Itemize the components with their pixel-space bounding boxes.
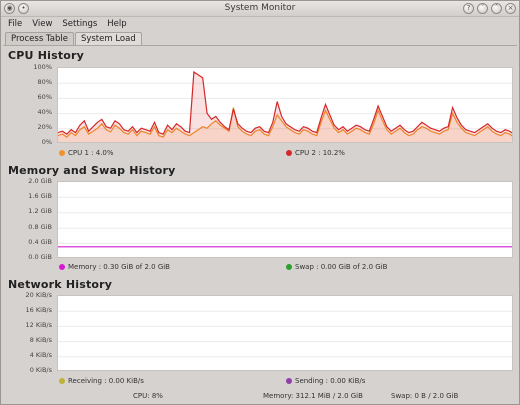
menu-view[interactable]: View	[32, 17, 52, 31]
memory-y-tick-label: 1.2 GiB	[28, 207, 52, 216]
menu-settings[interactable]: Settings	[62, 17, 97, 31]
network-y-tick-label: 12 KiB/s	[25, 321, 52, 329]
network-history-chart	[57, 295, 513, 371]
help-icon[interactable]: ?	[463, 3, 474, 14]
cpu-y-tick-label: 100%	[33, 63, 52, 71]
cpu-y-tick-label: 0%	[41, 138, 52, 146]
swap-legend-label: Swap : 0.00 GiB of 2.0 GiB	[295, 263, 388, 271]
status-swap: Swap: 0 B / 2.0 GiB	[391, 392, 459, 400]
network-y-tick-label: 0 KiB/s	[29, 366, 52, 374]
network-y-tick-label: 20 KiB/s	[25, 291, 52, 299]
system-monitor-window: ◉ • System Monitor ? ˇ ˆ × File View Set…	[0, 0, 520, 405]
memory-legend-label: Memory : 0.30 GiB of 2.0 GiB	[68, 263, 170, 271]
receiving-legend: Receiving : 0.00 KiB/s	[59, 377, 144, 385]
network-y-tick-label: 8 KiB/s	[29, 336, 52, 344]
cpu-y-tick-label: 80%	[37, 78, 52, 86]
cpu-y-tick-label: 40%	[37, 108, 52, 116]
memory-history-chart	[57, 181, 513, 258]
cpu2-legend: CPU 2 : 10.2%	[286, 149, 345, 157]
memory-y-tick-label: 1.6 GiB	[28, 192, 52, 201]
cpu-y-tick-label: 20%	[37, 123, 52, 131]
network-y-tick-label: 4 KiB/s	[29, 351, 52, 359]
minimize-icon[interactable]: ˇ	[477, 3, 488, 14]
status-cpu: CPU: 8%	[133, 392, 163, 400]
cpu2-legend-label: CPU 2 : 10.2%	[295, 149, 345, 157]
swap-legend: Swap : 0.00 GiB of 2.0 GiB	[286, 263, 387, 271]
cpu2-legend-dot	[286, 150, 292, 156]
maximize-icon[interactable]: ˆ	[491, 3, 502, 14]
menu-help[interactable]: Help	[107, 17, 126, 31]
sending-legend: Sending : 0.00 KiB/s	[286, 377, 365, 385]
sending-legend-dot	[286, 378, 292, 384]
cpu1-legend-label: CPU 1 : 4.0%	[68, 149, 114, 157]
window-title: System Monitor	[224, 3, 296, 13]
tab-system-load[interactable]: System Load	[74, 32, 142, 45]
sending-legend-label: Sending : 0.00 KiB/s	[295, 377, 366, 385]
cpu1-legend-dot	[59, 150, 65, 156]
cpu-history-title: CPU History	[8, 49, 85, 62]
memory-y-tick-label: 0.0 GiB	[28, 253, 52, 261]
cpu2-series-area	[58, 72, 512, 142]
memory-legend-dot	[59, 264, 65, 270]
receiving-legend-dot	[59, 378, 65, 384]
status-memory: Memory: 312.1 MiB / 2.0 GiB	[263, 392, 363, 400]
receiving-legend-label: Receiving : 0.00 KiB/s	[68, 377, 144, 385]
title-bar[interactable]: ◉ • System Monitor ? ˇ ˆ ×	[1, 1, 519, 17]
memory-y-tick-label: 0.8 GiB	[28, 222, 52, 231]
cpu-y-tick-label: 60%	[37, 93, 52, 101]
tab-bar: Process Table System Load	[5, 32, 143, 45]
menu-bar: File View Settings Help	[1, 17, 519, 31]
cpu1-legend: CPU 1 : 4.0%	[59, 149, 114, 157]
close-icon[interactable]: ×	[505, 3, 516, 14]
status-bar: CPU: 8% Memory: 312.1 MiB / 2.0 GiB Swap…	[1, 389, 519, 404]
network-y-tick-label: 16 KiB/s	[25, 306, 52, 314]
tab-process-table[interactable]: Process Table	[5, 32, 74, 45]
titlebar-right-controls: ? ˇ ˆ ×	[463, 3, 516, 14]
memory-legend: Memory : 0.30 GiB of 2.0 GiB	[59, 263, 170, 271]
memory-y-tick-label: 0.4 GiB	[28, 237, 52, 246]
swap-legend-dot	[286, 264, 292, 270]
menu-file[interactable]: File	[8, 17, 22, 31]
cpu-history-chart	[57, 67, 513, 143]
network-history-title: Network History	[8, 278, 113, 291]
memory-y-tick-label: 2.0 GiB	[28, 177, 52, 185]
memory-history-title: Memory and Swap History	[8, 164, 176, 177]
